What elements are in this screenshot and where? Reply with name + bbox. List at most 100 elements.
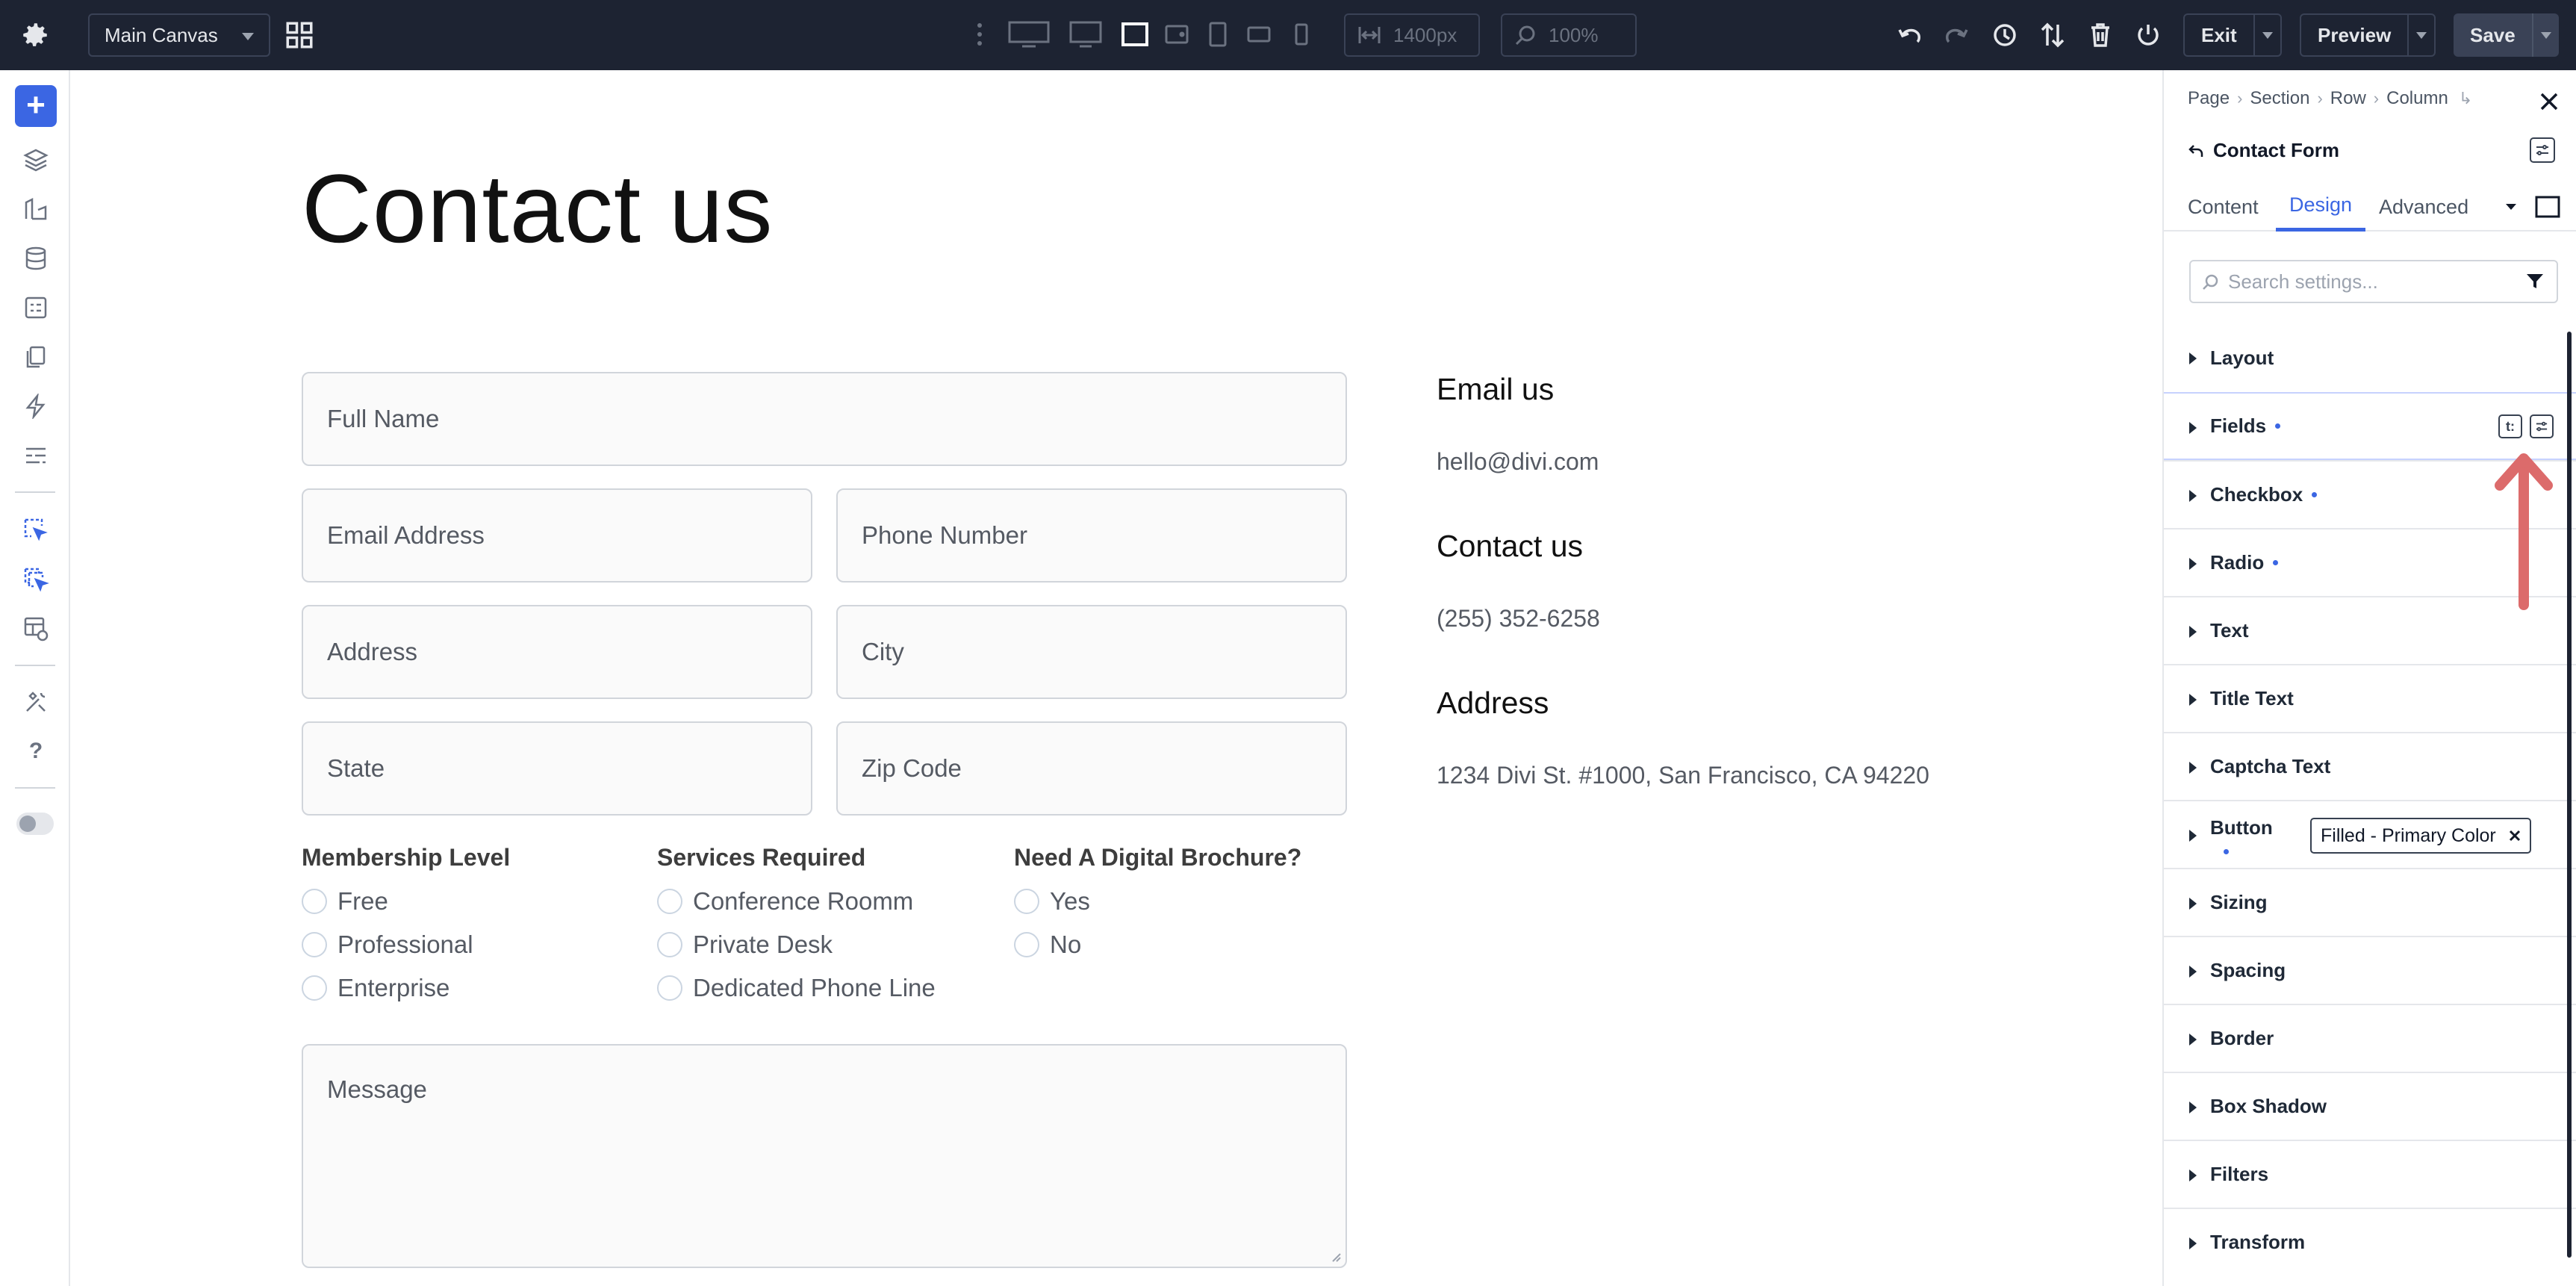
zoom-input[interactable]: 100% [1501, 13, 1637, 57]
close-icon[interactable] [2537, 90, 2561, 114]
canvas-width-input[interactable]: 1400px [1344, 13, 1480, 57]
settings-gear-icon[interactable] [19, 19, 51, 51]
resize-handle-icon[interactable] [1329, 1250, 1341, 1262]
section-label: Spacing [2210, 959, 2286, 981]
sort-icon[interactable] [2037, 19, 2068, 51]
click-select-icon[interactable] [21, 515, 51, 545]
tabs-overflow-caret[interactable] [2504, 182, 2518, 232]
email-field[interactable]: Email Address [302, 488, 812, 583]
phone-field[interactable]: Phone Number [836, 488, 1347, 583]
radio-circle[interactable] [302, 932, 327, 957]
phone-icon[interactable] [1292, 16, 1311, 52]
library-icon[interactable] [21, 194, 51, 224]
add-icon[interactable]: + [15, 85, 57, 127]
theme-toggle[interactable] [16, 813, 54, 835]
page-canvas: Contact us Full Name Email Address Phone… [72, 70, 2147, 1286]
radio-circle[interactable] [302, 975, 327, 1001]
form-icon[interactable] [21, 293, 51, 323]
checkbox-circle[interactable] [657, 889, 682, 914]
redo-icon[interactable] [1941, 19, 1973, 51]
preset-settings-icon[interactable] [2530, 137, 2555, 163]
multi-select-icon[interactable] [21, 565, 51, 594]
bolt-icon[interactable] [21, 391, 51, 421]
breadcrumb-page[interactable]: Page [2188, 88, 2230, 109]
save-button[interactable]: Save [2454, 13, 2559, 57]
laptop-icon-active[interactable] [1120, 16, 1150, 52]
section-border[interactable]: Border [2164, 1004, 2576, 1072]
email-heading: Email us [1437, 372, 1555, 406]
caret-right-icon [2189, 490, 2197, 502]
phone-landscape-icon[interactable] [1245, 16, 1272, 52]
tab-advanced[interactable]: Advanced [2379, 182, 2468, 232]
section-button[interactable]: Button Filled - Primary Color [2164, 800, 2576, 868]
preview-button[interactable]: Preview [2300, 13, 2436, 57]
radio-option[interactable]: Enterprise [302, 974, 449, 1002]
preview-dropdown[interactable] [2407, 15, 2434, 55]
breadcrumb-section[interactable]: Section [2250, 88, 2309, 109]
table-settings-icon[interactable] [21, 614, 51, 644]
section-filters[interactable]: Filters [2164, 1140, 2576, 1208]
panel-scrollbar[interactable] [2567, 332, 2572, 1258]
filter-icon[interactable] [2525, 272, 2545, 291]
grid-icon[interactable] [284, 19, 315, 51]
state-placeholder: State [327, 754, 385, 782]
remove-preset-icon[interactable] [2507, 828, 2522, 843]
radio-option[interactable]: Yes [1014, 887, 1090, 916]
button-preset-chip[interactable]: Filled - Primary Color [2310, 818, 2531, 854]
section-layout[interactable]: Layout [2164, 324, 2576, 392]
settings-search-input[interactable]: Search settings... [2189, 260, 2558, 303]
radio-circle[interactable] [1014, 889, 1039, 914]
undo-icon[interactable] [1894, 19, 1925, 51]
state-field[interactable]: State [302, 721, 812, 816]
radio-option[interactable]: No [1014, 931, 1081, 959]
breadcrumb-column[interactable]: Column [2386, 88, 2448, 109]
section-label: Box Shadow [2210, 1095, 2327, 1117]
exit-button[interactable]: Exit [2183, 13, 2282, 57]
desktop-icon[interactable] [1068, 16, 1104, 52]
checkbox-circle[interactable] [657, 975, 682, 1001]
desktop-wide-icon[interactable] [1007, 16, 1051, 52]
tablet-landscape-icon[interactable] [1163, 16, 1190, 52]
breadcrumb-row[interactable]: Row [2330, 88, 2366, 109]
save-dropdown[interactable] [2531, 13, 2559, 57]
section-title-text[interactable]: Title Text [2164, 664, 2576, 732]
section-sizing[interactable]: Sizing [2164, 868, 2576, 936]
checkbox-circle[interactable] [657, 932, 682, 957]
city-field[interactable]: City [836, 605, 1347, 699]
full-name-field[interactable]: Full Name [302, 372, 1347, 466]
section-captcha-text[interactable]: Captcha Text [2164, 732, 2576, 800]
radio-circle[interactable] [1014, 932, 1039, 957]
back-arrow-icon[interactable] [2188, 143, 2204, 158]
database-icon[interactable] [21, 243, 51, 273]
checkbox-option[interactable]: Dedicated Phone Line [657, 974, 936, 1002]
tablet-icon[interactable] [1207, 16, 1229, 52]
section-box-shadow[interactable]: Box Shadow [2164, 1072, 2576, 1140]
address-field[interactable]: Address [302, 605, 812, 699]
checkbox-option[interactable]: Private Desk [657, 931, 833, 959]
trash-icon[interactable] [2085, 19, 2116, 51]
tab-design[interactable]: Design [2276, 182, 2366, 232]
wrench-icon[interactable] [21, 687, 51, 717]
preset-settings-icon[interactable] [2530, 414, 2554, 438]
help-icon[interactable]: ? [21, 736, 51, 766]
history-icon[interactable] [1989, 19, 2020, 51]
rows-icon[interactable] [21, 441, 51, 470]
power-icon[interactable] [2132, 19, 2164, 51]
section-spacing[interactable]: Spacing [2164, 936, 2576, 1004]
zip-field[interactable]: Zip Code [836, 721, 1347, 816]
section-label: Checkbox [2210, 483, 2303, 506]
message-field[interactable]: Message [302, 1044, 1347, 1268]
more-vertical-icon[interactable] [971, 16, 989, 52]
layers-icon[interactable] [21, 145, 51, 175]
text-style-icon[interactable]: t: [2498, 414, 2522, 438]
radio-option[interactable]: Free [302, 887, 388, 916]
canvas-select[interactable]: Main Canvas [88, 13, 270, 57]
radio-option[interactable]: Professional [302, 931, 473, 959]
tab-content[interactable]: Content [2188, 182, 2259, 232]
pages-icon[interactable] [21, 342, 51, 372]
section-transform[interactable]: Transform [2164, 1208, 2576, 1276]
radio-circle[interactable] [302, 889, 327, 914]
view-mode-button[interactable] [2534, 182, 2561, 232]
exit-dropdown[interactable] [2253, 15, 2280, 55]
checkbox-option[interactable]: Conference Roomm [657, 887, 913, 916]
